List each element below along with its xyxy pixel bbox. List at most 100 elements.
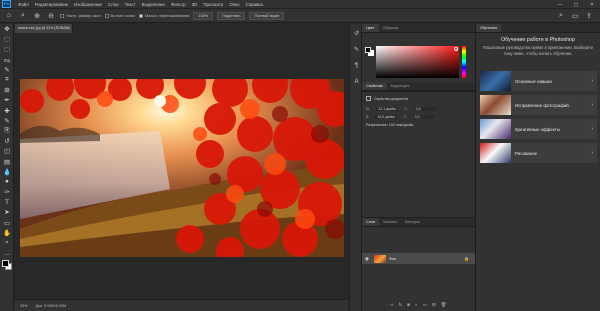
frame-tool-icon[interactable]: ⊞	[0, 85, 14, 95]
card-label: Креативные эффекты	[515, 126, 560, 132]
link-icon[interactable]: ∞	[391, 302, 394, 308]
fill-screen-button[interactable]: Полный экран	[249, 11, 285, 20]
type-tool-icon[interactable]: T	[0, 197, 14, 207]
adjustment-icon[interactable]: ◐	[415, 302, 418, 308]
dodge-tool-icon[interactable]: ●	[0, 177, 14, 187]
x-label: X:	[404, 107, 408, 111]
tab-paths[interactable]: Контуры	[401, 218, 424, 226]
artboard-tool-icon[interactable]: ⬚	[0, 34, 14, 44]
tab-learn[interactable]: Обучение	[476, 24, 502, 32]
layers-panel: Слои Каналы Контуры ◉ Фон 🔒 ∞ fx ◙ ◐ ▭ ⊞…	[362, 217, 475, 311]
checkbox-box	[60, 13, 64, 18]
tab-layers[interactable]: Слои	[362, 218, 380, 226]
layer-thumbnail	[374, 254, 386, 263]
blur-tool-icon[interactable]: 💧	[0, 167, 14, 177]
tab-properties[interactable]: Свойства	[362, 82, 387, 90]
learn-card-painting[interactable]: Рисование ›	[480, 143, 597, 163]
history-brush-tool-icon[interactable]: ↺	[0, 136, 14, 146]
learn-subtitle: Пошаговые руководства прямо в приложении…	[482, 45, 594, 56]
hue-slider[interactable]	[462, 46, 466, 78]
eyedropper-tool-icon[interactable]: ✒	[0, 95, 14, 105]
zoom-tool-preset-icon[interactable]: ⌕	[18, 11, 28, 21]
hand-tool-icon[interactable]: ✋	[0, 228, 14, 238]
menu-filter[interactable]: Фильтр	[168, 2, 189, 7]
eraser-tool-icon[interactable]: ◫	[0, 146, 14, 156]
fit-screen-button[interactable]: Подогнать	[217, 11, 246, 20]
card-label: Рисование	[515, 150, 538, 156]
all-windows-checkbox[interactable]: Во всех окнах	[104, 13, 135, 18]
close-tab-icon[interactable]: ✕	[67, 24, 70, 33]
crop-tool-icon[interactable]: ⌗	[0, 75, 14, 85]
y-field[interactable]: 0,0	[412, 115, 435, 119]
options-bar: ⌂ ⌕ ⊕ ⊖ Настр. размер окон Во всех окнах…	[0, 9, 600, 23]
tab-channels[interactable]: Каналы	[379, 218, 400, 226]
color-field[interactable]	[376, 46, 459, 78]
folder-icon[interactable]: ▭	[423, 302, 427, 308]
zoom-out-icon[interactable]: ⊖	[46, 11, 56, 21]
move-tool-icon[interactable]: ✥	[0, 24, 14, 34]
menu-type[interactable]: Текст	[122, 2, 139, 7]
quick-select-tool-icon[interactable]: ✎	[0, 65, 14, 75]
tab-swatches[interactable]: Образцы	[379, 24, 403, 32]
checkbox-box	[104, 13, 109, 18]
tab-adjustments[interactable]: Коррекция	[387, 82, 414, 90]
rectangle-tool-icon[interactable]: ▭	[0, 218, 14, 228]
clone-stamp-tool-icon[interactable]: ⎘	[0, 126, 14, 136]
workspace-icon[interactable]: ▭	[570, 11, 580, 21]
learn-card-basic-skills[interactable]: Основные навыки ›	[480, 71, 597, 91]
healing-brush-tool-icon[interactable]: ✚	[0, 106, 14, 116]
menu-layers[interactable]: Слои	[105, 2, 122, 7]
zoom-tool-icon[interactable]: ⌕	[0, 238, 14, 248]
menu-edit[interactable]: Редактирование	[32, 2, 71, 7]
height-field[interactable]: 16,9 дюйм	[375, 115, 398, 119]
width-field[interactable]: 32,1 дюйм	[376, 107, 399, 111]
brush-tool-icon[interactable]: ✎	[0, 116, 14, 126]
learn-card-creative-effects[interactable]: Креативные эффекты ›	[480, 119, 597, 139]
menu-view[interactable]: Просмотр	[200, 2, 226, 7]
menu-window[interactable]: Окно	[226, 2, 242, 7]
foreground-color-swatch[interactable]	[365, 47, 371, 53]
maximize-button[interactable]: ▢	[568, 0, 584, 9]
mask-icon[interactable]: ◙	[407, 302, 410, 308]
fx-icon[interactable]: fx	[399, 302, 403, 308]
home-icon[interactable]: ⌂	[4, 11, 14, 21]
options-right: ⌕ ▭ ⇪	[556, 11, 594, 21]
status-doc-size: Док: 5,93M/5,93M	[35, 303, 67, 308]
path-select-tool-icon[interactable]: ➤	[0, 207, 14, 217]
menu-select[interactable]: Выделение	[139, 2, 168, 7]
zoom-in-icon[interactable]: ⊕	[32, 11, 42, 21]
color-picker-ring[interactable]	[454, 47, 458, 51]
search-icon[interactable]: ⌕	[556, 11, 566, 21]
resize-windows-checkbox[interactable]: Настр. размер окон	[60, 13, 101, 18]
document-tab[interactable]: dadsa.eee.jpg @ 33% (RGB/8#) ✕	[15, 24, 73, 33]
new-layer-icon[interactable]: ⊞	[432, 302, 436, 308]
marquee-tool-icon[interactable]: ⬚	[0, 44, 14, 54]
menu-3d[interactable]: 3D	[189, 2, 201, 7]
scrubby-zoom-checkbox[interactable]: Масшт. перетаскиванием	[138, 13, 189, 18]
menu-file[interactable]: Файл	[15, 2, 32, 7]
share-icon[interactable]: ⇪	[584, 11, 594, 21]
lasso-tool-icon[interactable]: ᔓ	[0, 55, 14, 65]
autumn-lake-photo	[20, 79, 344, 257]
document-icon	[366, 96, 371, 101]
pen-tool-icon[interactable]: ✑	[0, 187, 14, 197]
menu-help[interactable]: Справка	[243, 2, 266, 7]
close-button[interactable]: ✕	[584, 0, 600, 9]
gradient-tool-icon[interactable]: ▤	[0, 156, 14, 166]
image-canvas[interactable]	[20, 79, 344, 257]
foreground-color-swatch[interactable]	[2, 260, 9, 268]
visibility-eye-icon[interactable]: ◉	[365, 256, 371, 262]
color-panel-tabs: Цвет Образцы	[362, 24, 475, 33]
status-zoom[interactable]: 33%	[20, 304, 28, 308]
x-field[interactable]: 0,0	[413, 107, 436, 111]
layer-row[interactable]: ◉ Фон 🔒	[362, 253, 475, 264]
zoom-100-button[interactable]: 100%	[193, 11, 214, 20]
menu-image[interactable]: Изображение	[71, 2, 105, 7]
trash-icon[interactable]: 🗑	[441, 302, 447, 308]
minimize-button[interactable]: —	[552, 0, 568, 9]
more-tools-icon[interactable]: …	[0, 248, 14, 258]
learn-card-photo-fix[interactable]: Исправление фотографий ›	[480, 95, 597, 115]
properties-heading: Свойства документа	[362, 92, 475, 105]
lock-icon[interactable]: 🔒	[464, 256, 469, 261]
tab-color[interactable]: Цвет	[362, 24, 379, 32]
